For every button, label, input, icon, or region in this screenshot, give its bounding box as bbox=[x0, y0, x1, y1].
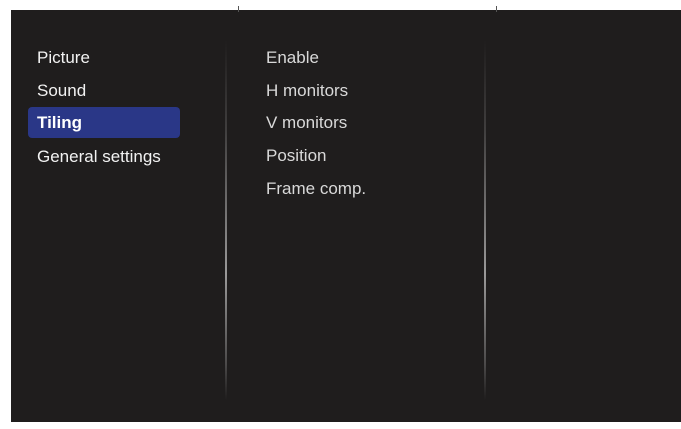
menu-item-sound[interactable]: Sound bbox=[28, 75, 180, 106]
menu-item-picture[interactable]: Picture bbox=[28, 42, 180, 73]
submenu-item-v-monitors[interactable]: V monitors bbox=[266, 107, 347, 138]
submenu-item-enable[interactable]: Enable bbox=[266, 42, 319, 73]
submenu-item-frame-comp[interactable]: Frame comp. bbox=[266, 173, 366, 204]
submenu-item-h-monitors[interactable]: H monitors bbox=[266, 75, 348, 106]
menu-item-tiling[interactable]: Tiling bbox=[28, 107, 180, 138]
column-divider bbox=[484, 40, 486, 400]
column-tick-mark bbox=[238, 6, 239, 12]
options-column bbox=[487, 10, 681, 422]
menu-item-general-settings[interactable]: General settings bbox=[28, 141, 180, 172]
osd-menu-panel: Picture Sound Tiling General settings En… bbox=[11, 6, 681, 422]
submenu-item-position[interactable]: Position bbox=[266, 140, 326, 171]
column-divider bbox=[225, 40, 227, 400]
main-menu: Picture Sound Tiling General settings bbox=[11, 10, 227, 422]
